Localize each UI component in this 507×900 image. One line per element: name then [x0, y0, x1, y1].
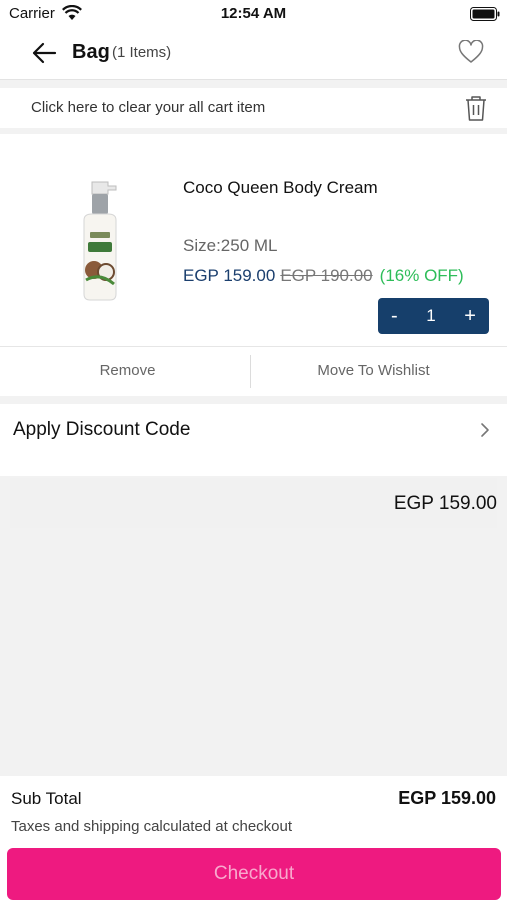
page-title: Bag — [72, 41, 110, 63]
quantity-value: 1 — [426, 306, 436, 325]
battery-icon — [470, 7, 500, 21]
discount-code-label[interactable]: Apply Discount Code — [13, 419, 190, 441]
product-size: Size:250 ML — [183, 236, 278, 255]
divider — [0, 346, 507, 347]
remove-button[interactable]: Remove — [0, 362, 255, 379]
checkout-button[interactable]: Checkout — [7, 848, 501, 900]
product-image[interactable] — [70, 180, 130, 304]
chevron-right-icon[interactable] — [479, 421, 491, 439]
product-name[interactable]: Coco Queen Body Cream — [183, 178, 378, 198]
decrease-quantity-button[interactable]: - — [391, 306, 398, 326]
back-arrow-icon[interactable] — [30, 40, 58, 66]
subtotal-value: EGP 159.00 — [398, 788, 496, 808]
clear-cart-text[interactable]: Click here to clear your all cart item — [31, 99, 265, 116]
price-row: EGP 159.00 EGP 190.00 (16% OFF) — [183, 266, 464, 286]
current-price: EGP 159.00 — [183, 266, 276, 285]
order-total: EGP 159.00 — [393, 493, 497, 514]
trash-icon[interactable] — [463, 94, 489, 122]
increase-quantity-button[interactable]: + — [464, 306, 476, 326]
move-to-wishlist-button[interactable]: Move To Wishlist — [250, 362, 497, 379]
item-count: (1 Items) — [112, 44, 172, 61]
heart-icon[interactable] — [458, 40, 484, 64]
quantity-stepper: - 1 + — [378, 298, 489, 334]
tax-note: Taxes and shipping calculated at checkou… — [11, 818, 293, 835]
discount-percent: (16% OFF) — [379, 266, 464, 285]
original-price: EGP 190.00 — [280, 266, 373, 285]
status-time: 12:54 AM — [220, 5, 287, 22]
